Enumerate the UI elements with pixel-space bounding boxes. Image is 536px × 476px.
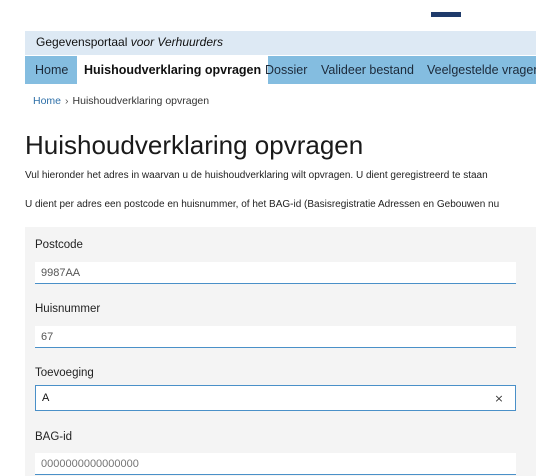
breadcrumb-home-link[interactable]: Home [33,95,61,107]
portal-header: Gegevensportaal voor Verhuurders [25,31,536,55]
bag-id-label: BAG-id [35,431,73,443]
nav-item-huishoudverklaring[interactable]: Huishoudverklaring opvragen [77,56,269,84]
intro-text-1: Vul hieronder het adres in waarvan u de … [25,170,488,181]
portal-title[interactable]: Gegevensportaal voor Verhuurders [36,35,223,49]
logo-mark [431,12,461,17]
main-nav: Home Huishoudverklaring opvragen Dossier… [25,56,536,84]
clear-icon[interactable]: × [492,392,506,406]
nav-item-home[interactable]: Home [35,56,68,84]
page-title: Huishoudverklaring opvragen [25,130,364,160]
nav-item-dossier[interactable]: Dossier [265,56,307,84]
toevoeging-label: Toevoeging [35,367,94,379]
nav-item-veelgestelde-vragen[interactable]: Veelgestelde vragen [427,56,536,84]
huisnummer-label: Huisnummer [35,303,101,315]
breadcrumb-separator: › [65,95,69,107]
toevoeging-input[interactable] [35,385,516,411]
nav-item-valideer-bestand[interactable]: Valideer bestand [321,56,414,84]
intro-text-2: U dient per adres een postcode en huisnu… [25,199,500,210]
breadcrumb: Home › Huishoudverklaring opvragen [33,95,209,107]
postcode-label: Postcode [35,239,83,251]
huisnummer-input[interactable] [35,326,516,348]
address-form: Postcode Huisnummer Toevoeging × BAG-id [25,227,536,476]
portal-subtitle: voor Verhuurders [130,35,224,49]
postcode-input[interactable] [35,262,516,284]
portal-name: Gegevensportaal [36,35,128,49]
bag-id-input[interactable] [35,453,516,475]
breadcrumb-current: Huishoudverklaring opvragen [72,95,210,107]
